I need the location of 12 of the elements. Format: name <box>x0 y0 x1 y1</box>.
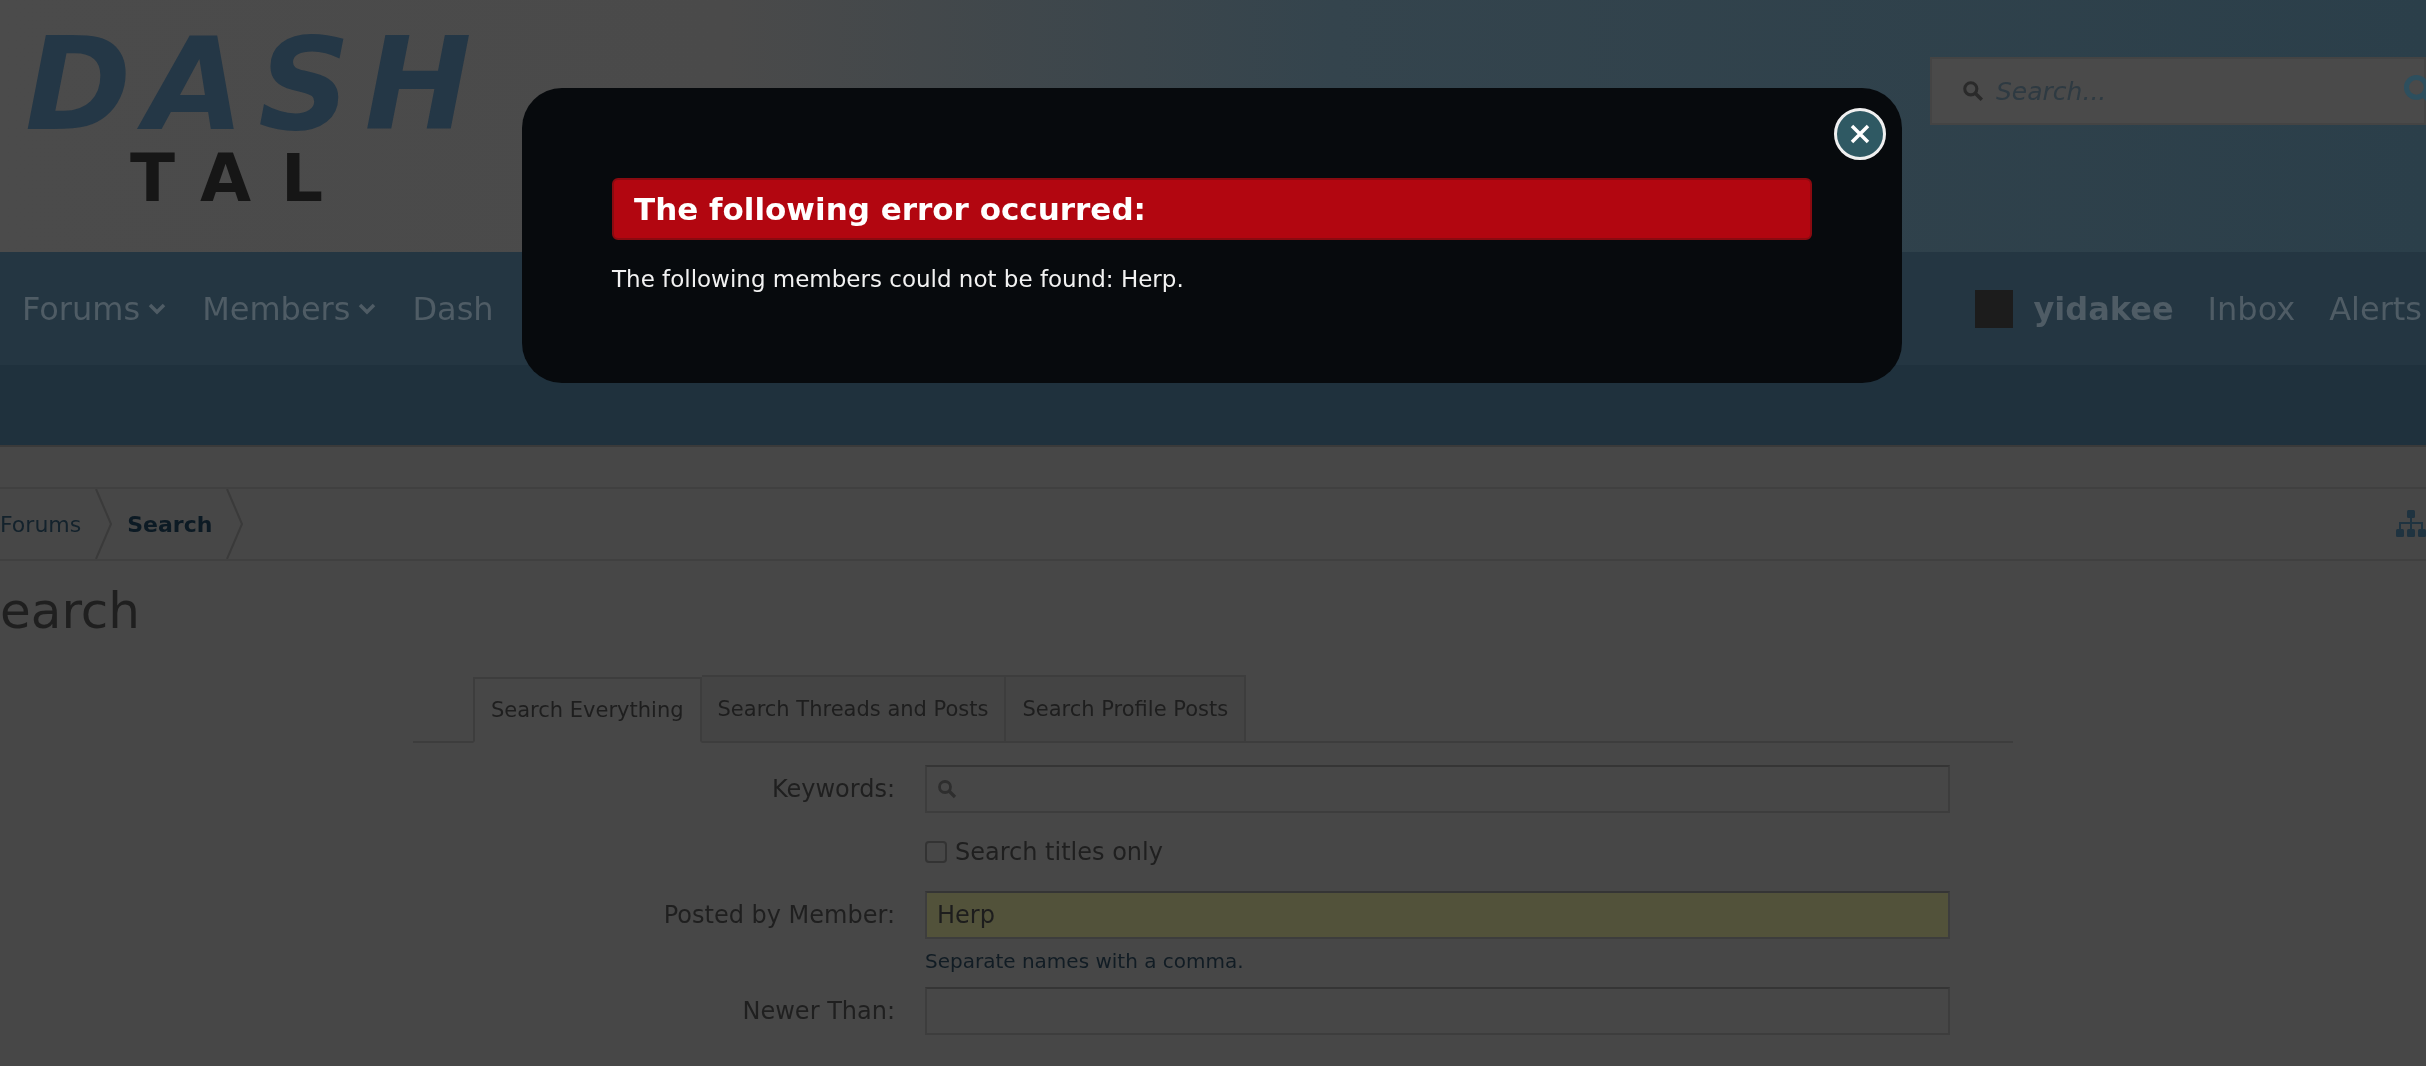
search-icon <box>1962 80 1984 102</box>
chevron-down-icon <box>148 302 167 315</box>
error-message: The following members could not be found: Herp. <box>612 266 1185 292</box>
chevron-down-icon <box>358 302 377 315</box>
breadcrumb-link[interactable]: Search <box>113 511 227 537</box>
close-icon <box>1848 122 1872 146</box>
search-icon <box>937 779 957 799</box>
error-heading: The following error occurred: <box>612 178 1812 240</box>
avatar[interactable] <box>1975 289 2014 328</box>
sitemap-icon[interactable] <box>2396 510 2426 538</box>
close-button[interactable] <box>1834 108 1886 160</box>
input-field[interactable] <box>925 765 1950 813</box>
